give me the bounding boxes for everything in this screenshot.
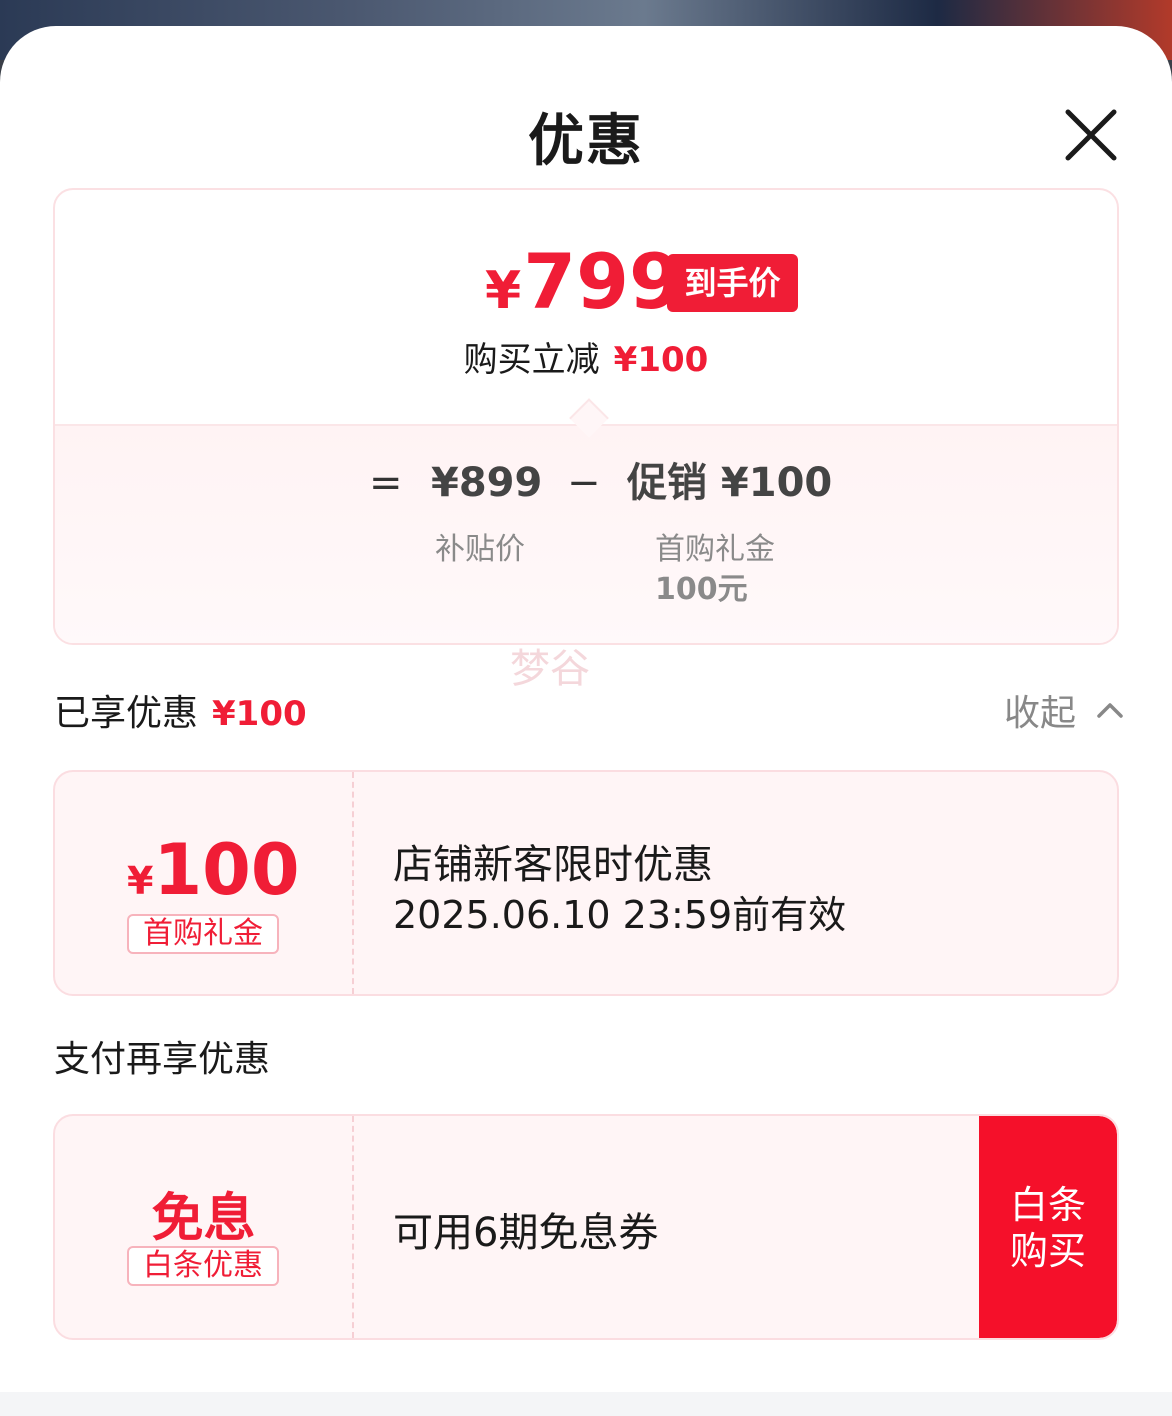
final-price-tag: 到手价 [667, 254, 798, 312]
button-line2: 购买 [1009, 1229, 1086, 1273]
reduce-label: 购买立减 [463, 340, 600, 380]
formula-equals: = [369, 460, 403, 506]
enjoyed-title: 已享优惠 [54, 693, 199, 734]
formula-minus: − [567, 460, 601, 506]
coupon-divider [352, 1116, 354, 1338]
promo-sub-value: 100元 [655, 572, 748, 607]
promo-amount: 促销 ¥100 [627, 460, 833, 506]
discount-sheet: 优惠 ¥799 到手价 购买立减 ¥100 = ¥899 − 促销 ¥100 补贴… [0, 26, 1172, 1416]
final-price-value: 799 [523, 237, 682, 326]
coupon-divider [352, 772, 354, 994]
coupon-title: 店铺新客限时优惠 [393, 842, 713, 888]
collapse-button[interactable]: 收起 [1004, 684, 1123, 736]
coupon-first-purchase[interactable]: ¥100 首购礼金 店铺新客限时优惠 2025.06.10 23:59前有效 [53, 770, 1119, 996]
price-summary-card: ¥799 到手价 购买立减 ¥100 = ¥899 − 促销 ¥100 补贴价 首… [53, 188, 1119, 645]
pay-section-title: 支付再享优惠 [54, 1039, 271, 1080]
reduce-amount: ¥100 [613, 340, 709, 380]
button-line1: 白条 [1009, 1183, 1086, 1227]
baitiao-buy-button[interactable]: 白条 购买 [979, 1116, 1117, 1338]
close-icon [1065, 109, 1117, 161]
enjoyed-amount: ¥100 [212, 694, 307, 734]
coupon-title: 可用6期免息券 [393, 1210, 659, 1256]
base-price: ¥899 [431, 460, 543, 506]
base-price-label: 补贴价 [435, 532, 525, 567]
promo-sub-label: 首购礼金 [655, 532, 775, 567]
coupon-badge: 白条优惠 [127, 1246, 279, 1286]
coupon-value: ¥100 [127, 829, 300, 911]
reduce-line: 购买立减 ¥100 [55, 332, 1117, 381]
final-price: ¥799 [485, 237, 682, 326]
coupon-badge: 首购礼金 [127, 914, 279, 954]
watermark: 梦谷 [510, 646, 590, 692]
coupon-value-area: ¥100 首购礼金 [55, 772, 352, 994]
coupon-value: 免息 [151, 1189, 256, 1249]
coupon-value-area: 免息 白条优惠 [55, 1116, 352, 1338]
close-button[interactable] [1058, 104, 1122, 168]
coupon-validity: 2025.06.10 23:59前有效 [393, 893, 847, 937]
bottom-band [0, 1392, 1172, 1416]
chevron-up-icon [1097, 703, 1123, 718]
coupon-interest-free[interactable]: 免息 白条优惠 可用6期免息券 白条 购买 [53, 1114, 1119, 1340]
sheet-title: 优惠 [528, 109, 644, 174]
enjoyed-title-row: 已享优惠 ¥100 [54, 684, 307, 736]
collapse-label: 收起 [1004, 693, 1077, 734]
